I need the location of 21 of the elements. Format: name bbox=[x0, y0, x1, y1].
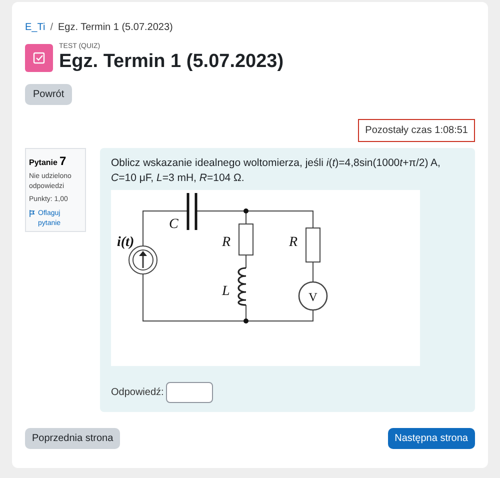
question-text: Oblicz wskazanie idealnego woltomierza, jeśli i(t)=4,8sin(1000t+π/2) A, C=10 μF, L=3 mH, R=104 Ω. bbox=[111, 156, 442, 186]
source-label: i(t) bbox=[117, 235, 134, 250]
next-page-button[interactable]: Następna strona bbox=[388, 428, 475, 449]
question-label: Pytanie bbox=[29, 157, 58, 169]
breadcrumb-item: Egz. Termin 1 (5.07.2023) bbox=[58, 21, 173, 35]
checkbox-icon bbox=[25, 44, 53, 72]
back-button[interactable]: Powrót bbox=[25, 84, 72, 105]
inductor-label: L bbox=[222, 284, 230, 299]
voltmeter-label: V bbox=[308, 290, 318, 304]
breadcrumb-separator: / bbox=[50, 21, 53, 35]
page-title: Egz. Termin 1 (5.07.2023) bbox=[59, 51, 284, 73]
previous-page-button[interactable]: Poprzednia strona bbox=[25, 428, 120, 449]
answer-field[interactable] bbox=[166, 382, 213, 403]
flag-icon bbox=[29, 210, 35, 216]
resistor-label: R bbox=[289, 235, 298, 250]
timer: Pozostały czas 1:08:51 bbox=[358, 119, 475, 142]
resistor-label: R bbox=[222, 235, 231, 250]
answer-label: Odpowiedź: bbox=[111, 386, 164, 400]
question-number: 7 bbox=[59, 155, 66, 167]
capacitor-label: C bbox=[169, 217, 178, 232]
breadcrumb-link[interactable]: E_Ti bbox=[25, 20, 46, 35]
